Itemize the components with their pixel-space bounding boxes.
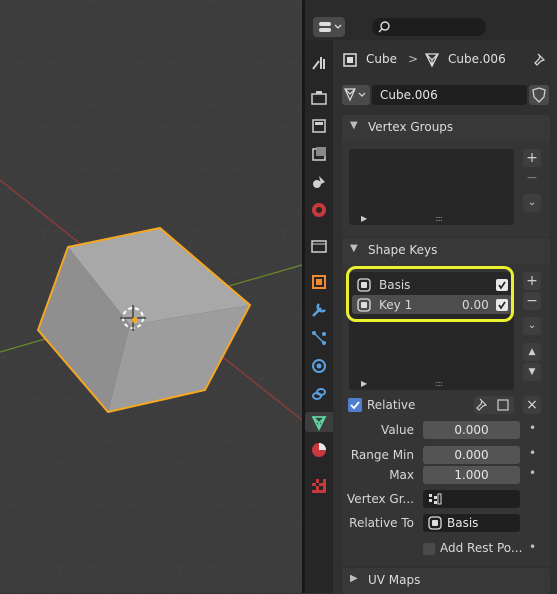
max-label: Max [389,468,414,482]
view-layer-icon[interactable] [309,144,329,164]
breadcrumb-mesh[interactable]: Cube.006 [448,52,506,66]
properties-content: Cube > Cube.006 Cube.006 ▼ Vertex Groups… [334,40,557,594]
editor-type-icon [319,22,342,32]
render-icon[interactable] [309,88,329,108]
keyframe-dot-icon[interactable]: • [529,466,536,480]
vertex-group-specials-button[interactable]: ⌄ [523,194,541,212]
fake-user-button[interactable] [529,85,549,105]
breadcrumb-separator: > [408,52,419,66]
properties-tabs [305,40,333,593]
vertex-group-remove-button[interactable]: − [523,169,541,187]
shape-key-specials-button[interactable]: ⌄ [523,317,541,335]
vertex-groups-list[interactable]: ▶ :::: [349,149,514,225]
data-icon[interactable] [305,412,333,432]
object-cube-icon [343,53,357,67]
triangle-down-icon: ▼ [528,367,536,377]
output-icon[interactable] [309,116,329,136]
vertex-group-label: Vertex Gr... [347,492,414,506]
shape-key-icon [428,516,442,530]
close-icon[interactable]: × [523,396,541,414]
relative-to-label: Relative To [349,516,414,530]
chevron-down-icon: ⌄ [527,320,537,331]
uv-maps-header[interactable]: ▶ UV Maps [342,568,550,594]
modifier-icon[interactable] [309,300,329,320]
keyframe-dot-icon[interactable]: • [529,540,536,554]
highlight-annotation [346,266,514,322]
vertex-groups-title: Vertex Groups [368,120,454,134]
physics-icon[interactable] [309,356,329,376]
relative-checkbox[interactable] [348,398,362,412]
editor-type-button[interactable] [313,17,345,37]
vertex-groups-header[interactable]: ▼ Vertex Groups [342,115,550,141]
mesh-data-icon [424,53,440,68]
list-expand-icon[interactable]: ▶ [361,214,367,223]
uv-maps-title: UV Maps [368,573,421,587]
constraints-icon[interactable] [309,384,329,404]
keyframe-dot-icon[interactable]: • [529,446,536,460]
triangle-up-icon: ▲ [528,347,536,357]
world-icon[interactable] [309,200,329,220]
viewport-canvas[interactable] [0,0,302,593]
shape-key-add-button[interactable]: + [523,272,541,290]
value-field[interactable]: 0.000 [423,421,520,439]
value-label: Value [381,423,414,437]
move-down-button[interactable]: ▼ [523,363,541,381]
vertex-group-icon [429,493,442,505]
relative-to-value: Basis [447,516,479,530]
shape-key-remove-button[interactable]: − [523,292,541,310]
chevron-down-icon: ▼ [350,243,358,254]
tool-icon[interactable] [309,53,329,73]
relative-to-field[interactable]: Basis [423,514,520,532]
texture-icon[interactable] [309,476,329,496]
search-input[interactable] [372,18,486,36]
pin-icon[interactable] [532,52,548,68]
shield-icon [532,87,546,103]
shape-keys-header[interactable]: ▼ Shape Keys [342,238,550,264]
vertex-group-add-button[interactable]: + [523,149,541,167]
chevron-down-icon: ▼ [350,120,358,131]
pin-icon [476,398,509,411]
mesh-name-value: Cube.006 [380,88,438,102]
vertex-group-field[interactable] [423,490,520,508]
3d-viewport[interactable] [0,0,302,593]
keyframe-dot-icon[interactable]: • [529,421,536,435]
scene-icon[interactable] [309,172,329,192]
mesh-browse-icon [344,88,366,102]
max-field[interactable]: 1.000 [423,466,520,484]
properties-header [305,0,557,40]
resize-grip-icon[interactable]: :::: [435,214,443,223]
range-min-label: Range Min [350,448,414,462]
range-min-field[interactable]: 0.000 [423,446,520,464]
material-icon[interactable] [309,440,329,460]
add-rest-position-checkbox[interactable] [423,543,435,555]
properties-editor: Cube > Cube.006 Cube.006 ▼ Vertex Groups… [305,0,557,594]
pin-edit-buttons[interactable] [474,396,514,414]
chevron-right-icon: ▶ [350,573,358,584]
mesh-browse-button[interactable] [342,85,370,105]
resize-grip-icon[interactable]: :::: [435,379,443,388]
breadcrumb-object[interactable]: Cube [366,52,397,66]
shape-keys-title: Shape Keys [368,243,438,257]
chevron-down-icon: ⌄ [527,197,537,208]
list-expand-icon[interactable]: ▶ [361,379,367,388]
relative-label: Relative [367,398,416,412]
add-rest-position-label: Add Rest Po... [440,541,523,555]
search-icon [378,21,390,33]
move-up-button[interactable]: ▲ [523,343,541,361]
object-icon[interactable] [309,272,329,292]
collection-icon[interactable] [309,236,329,256]
mesh-name-field[interactable]: Cube.006 [372,85,527,105]
particles-icon[interactable] [309,328,329,348]
